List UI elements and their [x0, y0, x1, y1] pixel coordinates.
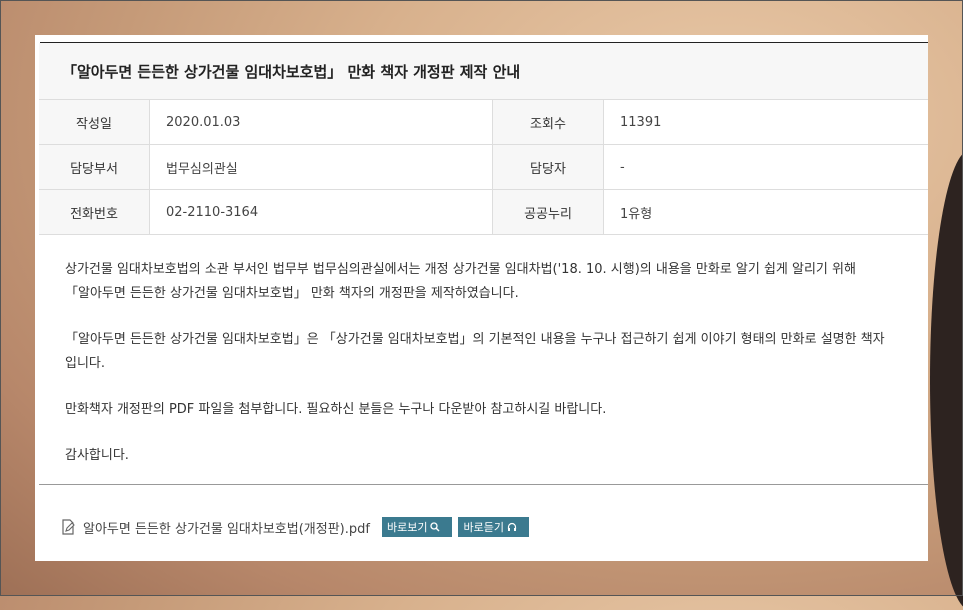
- headphones-icon: [507, 522, 517, 531]
- body-line: 입니다.: [65, 356, 106, 371]
- date-value: 2020.01.03: [149, 100, 493, 145]
- body-line: 「알아두면 든든한 상가건물 임대차보호법」 만화 책자의 개정판을 제작하였습…: [65, 286, 519, 301]
- listen-button[interactable]: 바로듣기: [458, 517, 529, 537]
- manager-value: -: [603, 144, 928, 190]
- post-body: 상가건물 임대차보호법의 소관 부서인 법무부 법무심의관실에서는 개정 상가건…: [65, 258, 915, 490]
- post-meta-table: 작성일 2020.01.03 조회수 11391 담당부서 법무심의관실 담당자…: [39, 100, 928, 235]
- view-button[interactable]: 바로보기: [381, 517, 453, 537]
- manager-label: 담당자: [492, 144, 604, 190]
- body-line: 상가건물 임대차보호법의 소관 부서인 법무부 법무심의관실에서는 개정 상가건…: [65, 262, 856, 277]
- department-value: 법무심의관실: [149, 144, 493, 190]
- attachment-row: 알아두면 든든한 상가건물 임대차보호법(개정판).pdf 바로보기 바로듣기: [60, 517, 529, 537]
- body-line: 「알아두면 든든한 상가건물 임대차보호법」은 「상가건물 임대차보호법」의 기…: [65, 332, 885, 347]
- meta-row: 전화번호 02-2110-3164 공공누리 1유형: [39, 189, 928, 235]
- meta-row: 작성일 2020.01.03 조회수 11391: [39, 100, 928, 145]
- content-divider: [39, 484, 928, 485]
- attachment-filename[interactable]: 알아두면 든든한 상가건물 임대차보호법(개정판).pdf: [83, 518, 370, 537]
- post-panel: 「알아두면 든든한 상가건물 임대차보호법」 만화 책자 개정판 제작 안내 작…: [35, 35, 928, 561]
- body-paragraph: 감사합니다.: [65, 448, 129, 463]
- views-label: 조회수: [492, 100, 604, 145]
- post-title: 「알아두면 든든한 상가건물 임대차보호법」 만화 책자 개정판 제작 안내: [62, 62, 521, 81]
- file-edit-icon: [62, 519, 75, 535]
- post-title-bar: 「알아두면 든든한 상가건물 임대차보호법」 만화 책자 개정판 제작 안내: [39, 43, 928, 100]
- meta-row: 담당부서 법무심의관실 담당자 -: [39, 144, 928, 190]
- body-paragraph: 상가건물 임대차보호법의 소관 부서인 법무부 법무심의관실에서는 개정 상가건…: [65, 258, 915, 306]
- phone-label: 전화번호: [39, 189, 150, 235]
- department-label: 담당부서: [39, 144, 150, 190]
- background-shadow: [930, 150, 963, 610]
- views-value: 11391: [603, 100, 928, 145]
- license-label: 공공누리: [492, 189, 604, 235]
- search-icon: [430, 522, 440, 532]
- phone-value: 02-2110-3164: [149, 189, 493, 235]
- body-paragraph: 만화책자 개정판의 PDF 파일을 첨부합니다. 필요하신 분들은 누구나 다운…: [65, 402, 607, 417]
- view-button-label: 바로보기: [386, 522, 428, 534]
- listen-button-label: 바로듣기: [463, 522, 504, 534]
- license-value: 1유형: [603, 189, 928, 235]
- date-label: 작성일: [39, 100, 150, 145]
- body-paragraph: 「알아두면 든든한 상가건물 임대차보호법」은 「상가건물 임대차보호법」의 기…: [65, 328, 915, 376]
